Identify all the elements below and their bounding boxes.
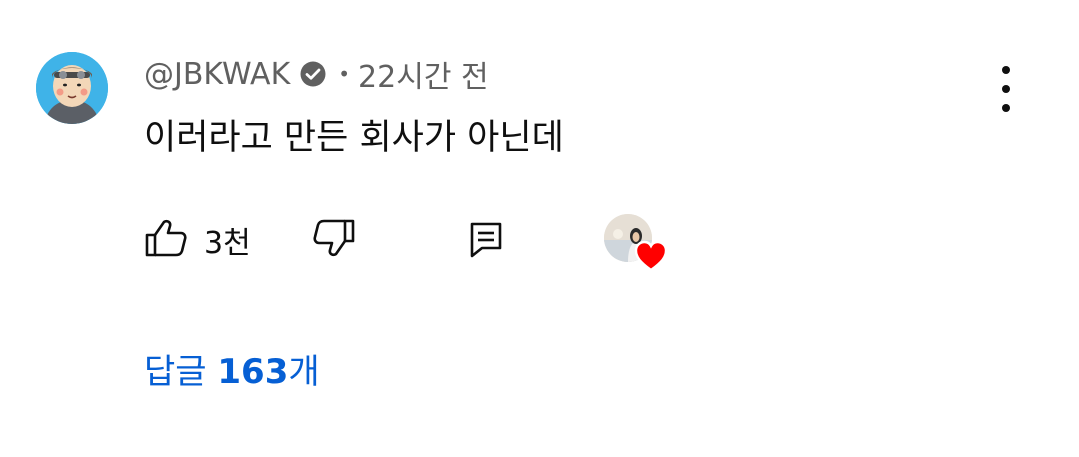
separator-dot: • [338,62,351,86]
more-vertical-icon[interactable] [986,66,1026,112]
creator-heart-badge [604,214,668,272]
comment-header: @JBKWAK • 22시간 전 [144,52,489,96]
menu-dot [1002,66,1010,74]
comment-text: 이러라고 만든 회사가 아닌데 [144,118,564,158]
replies-prefix: 답글 [144,352,218,392]
author-name[interactable]: @JBKWAK [144,57,290,92]
replies-suffix: 개 [288,352,320,392]
like-button[interactable]: 3천 [144,218,251,262]
view-replies-button[interactable]: 답글 163개 [144,348,320,396]
menu-dot [1002,104,1010,112]
comment-action-bar: 3천 [144,212,684,272]
thumbs-down-icon [312,219,358,262]
avatar-illustration [36,52,108,124]
like-count: 3천 [204,226,251,261]
author-avatar[interactable] [36,52,108,124]
creator-heart-icon [634,240,668,272]
reply-button[interactable] [468,218,508,262]
comment-thread: @JBKWAK • 22시간 전 이러라고 만든 회사가 아닌데 3천 답글 1… [0,0,1079,457]
thumbs-up-icon [144,218,188,262]
comment-timestamp[interactable]: 22시간 전 [358,52,489,96]
reply-comment-icon [468,222,504,262]
verified-check-icon [298,59,328,89]
dislike-button[interactable] [312,218,358,262]
replies-count: 163 [217,352,289,392]
menu-dot [1002,85,1010,93]
